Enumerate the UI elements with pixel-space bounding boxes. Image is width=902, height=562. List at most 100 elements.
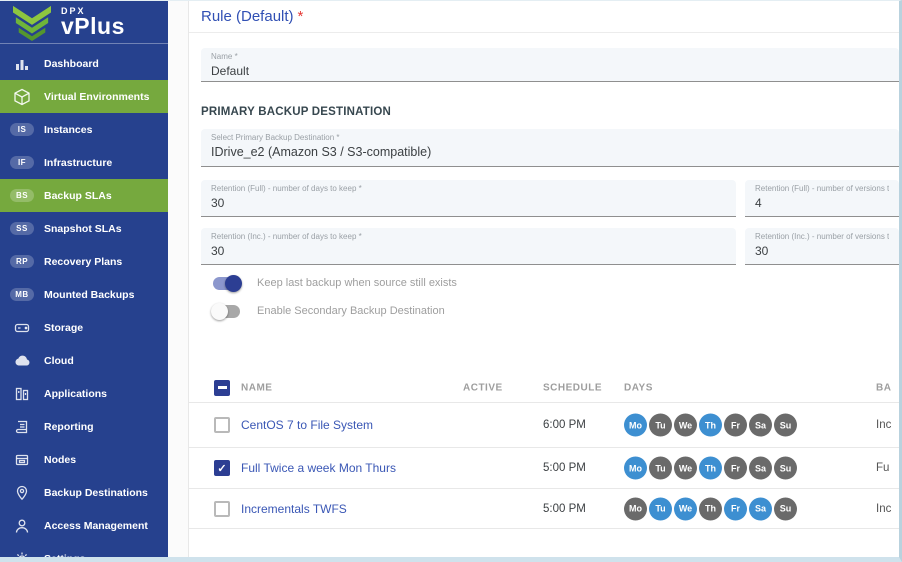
schedule-link[interactable]: Incrementals TWFS: [241, 502, 347, 516]
mounted-backups-badge: MB: [10, 288, 34, 301]
content-gutter: [168, 1, 188, 557]
app-logo: DPX vPlus: [0, 1, 168, 43]
secondary-destination-toggle[interactable]: Enable Secondary Backup Destination: [213, 301, 445, 321]
day-chip-mo: Mo: [624, 414, 647, 437]
day-chip-fr: Fr: [724, 497, 747, 520]
retention-inc-days-value: 30: [211, 244, 726, 258]
day-chip-we: We: [674, 457, 697, 480]
sidebar: DPX vPlus Dashboard Virtual Environments…: [0, 1, 168, 557]
retention-inc-days-field[interactable]: Retention (Inc.) - number of days to kee…: [201, 228, 736, 265]
schedules-table: NAME ACTIVE SCHEDULE DAYS BA CentOS 7 to…: [189, 373, 899, 529]
retention-full-versions-field[interactable]: Retention (Full) - number of versions to…: [745, 180, 899, 217]
brand-chevron-icon: [10, 4, 54, 42]
toggle-track: [213, 277, 240, 290]
instances-badge: IS: [10, 123, 34, 136]
column-header-backup-type: BA: [876, 382, 891, 393]
gear-icon: [10, 550, 34, 558]
snapshot-slas-badge: SS: [10, 222, 34, 235]
row-checkbox[interactable]: [214, 460, 230, 476]
schedule-link[interactable]: Full Twice a week Mon Thurs: [241, 461, 396, 475]
sidebar-item-dashboard[interactable]: Dashboard: [0, 47, 168, 80]
day-chip-tu: Tu: [649, 457, 672, 480]
toggle-knob: [211, 303, 228, 320]
secondary-destination-label: Enable Secondary Backup Destination: [257, 305, 445, 317]
retention-full-versions-label: Retention (Full) - number of versions to…: [755, 184, 889, 193]
rule-form-panel: Rule (Default)* Name * Default PRIMARY B…: [188, 1, 899, 557]
select-all-checkbox[interactable]: [214, 380, 230, 396]
sidebar-item-recovery-plans[interactable]: RP Recovery Plans: [0, 245, 168, 278]
required-asterisk: *: [298, 8, 304, 25]
keep-last-backup-toggle[interactable]: Keep last backup when source still exist…: [213, 273, 457, 293]
column-header-name: NAME: [241, 382, 272, 393]
sidebar-menu: Dashboard Virtual Environments IS Instan…: [0, 47, 168, 557]
recovery-plans-badge: RP: [10, 255, 34, 268]
sidebar-item-backup-destinations[interactable]: Backup Destinations: [0, 476, 168, 509]
day-chip-fr: Fr: [724, 414, 747, 437]
page-title: Rule (Default)*: [201, 8, 303, 25]
name-field-value: Default: [211, 64, 889, 78]
column-header-active: ACTIVE: [463, 382, 503, 393]
retention-inc-versions-label: Retention (Inc.) - number of versions to…: [755, 232, 889, 241]
schedule-time: 5:00 PM: [543, 503, 586, 515]
brand-vplus: vPlus: [61, 16, 125, 38]
day-chip-mo: Mo: [624, 497, 647, 520]
title-divider: [189, 32, 899, 33]
table-row: Full Twice a week Mon Thurs 5:00 PM Mo T…: [189, 448, 899, 489]
schedule-link[interactable]: CentOS 7 to File System: [241, 418, 373, 432]
retention-full-days-value: 30: [211, 196, 726, 210]
day-chip-we: We: [674, 497, 697, 520]
day-chip-mo: Mo: [624, 457, 647, 480]
retention-full-days-label: Retention (Full) - number of days to kee…: [211, 184, 726, 193]
retention-inc-versions-field[interactable]: Retention (Inc.) - number of versions to…: [745, 228, 899, 265]
day-chip-su: Su: [774, 497, 797, 520]
sidebar-item-virtual-environments[interactable]: Virtual Environments: [0, 80, 168, 113]
app-window: DPX vPlus Dashboard Virtual Environments…: [0, 0, 902, 562]
sidebar-divider: [0, 43, 168, 44]
column-header-schedule: SCHEDULE: [543, 382, 602, 393]
backup-slas-badge: BS: [10, 189, 34, 202]
sidebar-item-cloud[interactable]: Cloud: [0, 344, 168, 377]
sidebar-item-instances[interactable]: IS Instances: [0, 113, 168, 146]
day-chip-tu: Tu: [649, 497, 672, 520]
bar-chart-icon: [10, 55, 34, 73]
retention-full-days-field[interactable]: Retention (Full) - number of days to kee…: [201, 180, 736, 217]
sidebar-item-access-management[interactable]: Access Management: [0, 509, 168, 542]
row-checkbox[interactable]: [214, 417, 230, 433]
toggle-track: [213, 305, 240, 318]
backup-type-value: Fu: [876, 462, 889, 474]
day-chip-th: Th: [699, 414, 722, 437]
schedules-table-header: NAME ACTIVE SCHEDULE DAYS BA: [189, 373, 899, 403]
nodes-icon: [10, 451, 34, 469]
infrastructure-badge: IF: [10, 156, 34, 169]
day-chip-sa: Sa: [749, 457, 772, 480]
sidebar-item-applications[interactable]: Applications: [0, 377, 168, 410]
cube-icon: [10, 88, 34, 106]
day-chips: Mo Tu We Th Fr Sa Su: [624, 457, 799, 480]
brand-text: DPX vPlus: [61, 6, 125, 38]
primary-destination-select[interactable]: Select Primary Backup Destination * IDri…: [201, 129, 899, 167]
schedule-time: 6:00 PM: [543, 419, 586, 431]
day-chips: Mo Tu We Th Fr Sa Su: [624, 414, 799, 437]
person-icon: [10, 517, 34, 535]
primary-destination-value: IDrive_e2 (Amazon S3 / S3-compatible): [211, 145, 889, 159]
retention-full-versions-value: 4: [755, 196, 889, 210]
day-chip-su: Su: [774, 457, 797, 480]
sidebar-item-snapshot-slas[interactable]: SS Snapshot SLAs: [0, 212, 168, 245]
row-checkbox[interactable]: [214, 501, 230, 517]
day-chip-sa: Sa: [749, 497, 772, 520]
day-chip-tu: Tu: [649, 414, 672, 437]
sidebar-item-settings[interactable]: Settings: [0, 542, 168, 557]
sidebar-item-storage[interactable]: Storage: [0, 311, 168, 344]
sidebar-item-reporting[interactable]: Reporting: [0, 410, 168, 443]
sidebar-item-mounted-backups[interactable]: MB Mounted Backups: [0, 278, 168, 311]
pin-icon: [10, 484, 34, 502]
day-chip-th: Th: [699, 457, 722, 480]
day-chip-fr: Fr: [724, 457, 747, 480]
sidebar-item-backup-slas[interactable]: BS Backup SLAs: [0, 179, 168, 212]
name-field[interactable]: Name * Default: [201, 48, 899, 82]
sidebar-item-infrastructure[interactable]: IF Infrastructure: [0, 146, 168, 179]
primary-backup-destination-heading: PRIMARY BACKUP DESTINATION: [201, 106, 391, 118]
sidebar-item-nodes[interactable]: Nodes: [0, 443, 168, 476]
name-field-label: Name *: [211, 52, 889, 61]
column-header-days: DAYS: [624, 382, 653, 393]
